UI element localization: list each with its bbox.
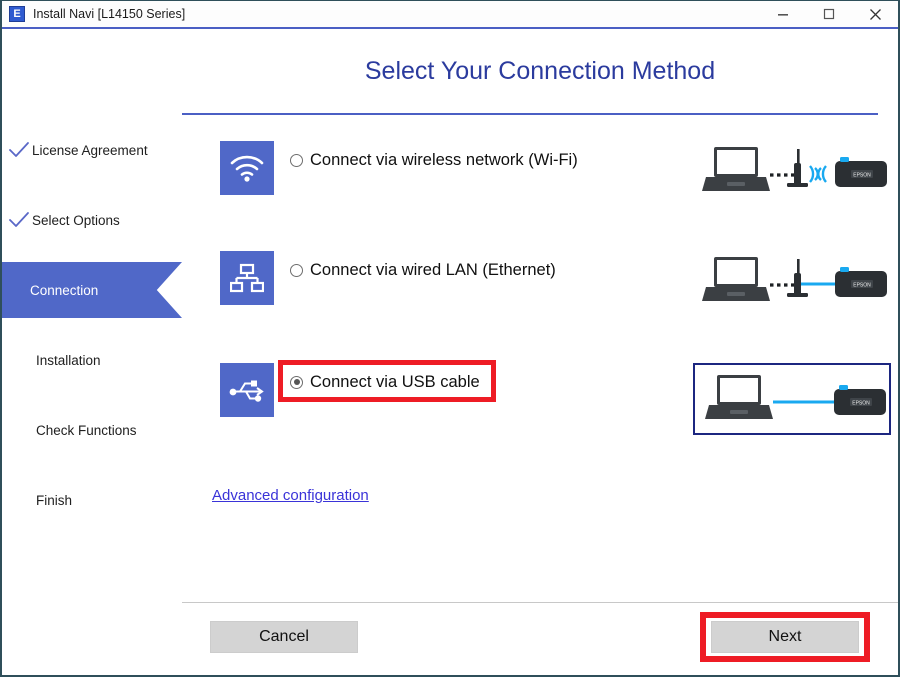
minimize-icon[interactable] xyxy=(760,1,806,27)
wifi-icon xyxy=(220,141,274,195)
next-button[interactable]: Next xyxy=(711,621,859,653)
footer-bar: Cancel Next xyxy=(182,602,898,675)
sidebar-item-license-agreement[interactable]: License Agreement xyxy=(2,115,182,185)
sidebar-item-finish[interactable]: Finish xyxy=(2,465,182,535)
sidebar-item-label: Finish xyxy=(36,492,73,508)
window-body: License Agreement Select Options Connect… xyxy=(2,29,898,675)
cancel-button[interactable]: Cancel xyxy=(210,621,358,653)
svg-text:EPSON: EPSON xyxy=(853,173,871,179)
radio-option-usb[interactable]: Connect via USB cable xyxy=(290,369,480,395)
svg-text:EPSON: EPSON xyxy=(853,283,871,289)
svg-text:EPSON: EPSON xyxy=(852,401,870,407)
option-row-ethernet[interactable]: Connect via wired LAN (Ethernet) EPSON xyxy=(182,243,898,337)
option-row-usb[interactable]: Connect via USB cable EPSON xyxy=(182,355,898,449)
lan-network-icon xyxy=(220,251,274,305)
option-label: Connect via USB cable xyxy=(310,372,480,391)
illustration-wireless: EPSON xyxy=(694,133,890,213)
radio-button[interactable] xyxy=(290,263,303,277)
sidebar-item-label: Connection xyxy=(30,282,99,298)
page-title: Select Your Connection Method xyxy=(364,57,716,85)
usb-icon xyxy=(220,363,274,417)
install-navi-window: E Install Navi [L14150 Series] License A… xyxy=(0,0,900,677)
title-bar: E Install Navi [L14150 Series] xyxy=(2,1,898,29)
connection-options: Connect via wireless network (Wi-Fi) EPS… xyxy=(182,115,898,602)
sidebar-item-label: License Agreement xyxy=(32,142,148,158)
sidebar-item-check-functions[interactable]: Check Functions xyxy=(2,395,182,465)
option-label: Connect via wired LAN (Ethernet) xyxy=(310,260,556,279)
page-header: Select Your Connection Method xyxy=(182,29,898,115)
option-label: Connect via wireless network (Wi-Fi) xyxy=(310,150,578,169)
sidebar-item-label: Installation xyxy=(36,352,101,368)
sidebar-item-select-options[interactable]: Select Options xyxy=(2,185,182,255)
sidebar-item-installation[interactable]: Installation xyxy=(2,325,182,395)
illustration-usb: EPSON xyxy=(693,363,891,435)
check-icon xyxy=(8,209,30,231)
advanced-configuration-wrapper: Advanced configuration xyxy=(212,487,369,505)
radio-option-ethernet[interactable]: Connect via wired LAN (Ethernet) xyxy=(290,257,556,283)
window-controls xyxy=(760,1,898,27)
epson-e-icon: E xyxy=(9,6,25,22)
maximize-icon[interactable] xyxy=(806,1,852,27)
main-content: Select Your Connection Method Connect vi… xyxy=(182,29,898,675)
close-icon[interactable] xyxy=(852,1,898,27)
illustration-wired: EPSON xyxy=(694,243,890,323)
advanced-configuration-link[interactable]: Advanced configuration xyxy=(212,487,369,504)
option-row-wifi[interactable]: Connect via wireless network (Wi-Fi) EPS… xyxy=(182,133,898,227)
step-sidebar: License Agreement Select Options Connect… xyxy=(2,29,182,675)
window-title: Install Navi [L14150 Series] xyxy=(33,7,186,21)
check-icon xyxy=(8,139,30,161)
radio-button[interactable] xyxy=(290,153,303,167)
sidebar-item-label: Check Functions xyxy=(36,422,137,438)
radio-button[interactable] xyxy=(290,375,303,389)
radio-option-wifi[interactable]: Connect via wireless network (Wi-Fi) xyxy=(290,147,578,173)
sidebar-item-label: Select Options xyxy=(32,212,120,228)
sidebar-item-connection[interactable]: Connection xyxy=(2,255,182,325)
